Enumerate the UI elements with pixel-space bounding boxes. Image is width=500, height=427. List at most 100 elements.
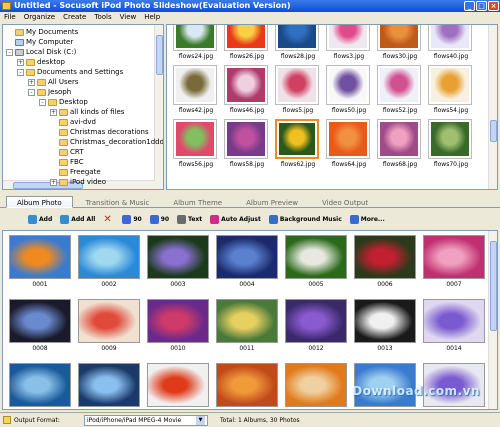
close-button[interactable]: × <box>488 1 499 11</box>
file-name: flows68.jpg <box>382 161 418 168</box>
watermark: Download.com.vn <box>352 384 480 398</box>
more-button[interactable]: More... <box>348 212 387 226</box>
album-photo[interactable] <box>147 363 209 409</box>
maximize-button[interactable]: □ <box>476 1 487 11</box>
expand-icon[interactable]: + <box>50 178 57 186</box>
tree-item[interactable]: - Jesoph <box>28 87 71 97</box>
tree-item[interactable]: Christmas_decoration1ddd <box>50 137 163 147</box>
album-photo[interactable]: 0008 <box>9 299 71 352</box>
collapse-icon[interactable]: - <box>6 48 13 56</box>
menu-item-tools[interactable]: Tools <box>94 12 111 23</box>
tree-item[interactable]: - Documents and Settings <box>17 67 123 77</box>
collapse-icon[interactable]: - <box>17 68 24 76</box>
rotate-left-button[interactable]: 90 <box>120 212 143 226</box>
album-photo[interactable]: 0013 <box>354 299 416 352</box>
album-photo[interactable]: 0006 <box>354 235 416 288</box>
file-thumbnail[interactable]: flows62.jpg <box>275 119 321 168</box>
album-photo[interactable] <box>285 363 347 409</box>
output-format-select[interactable]: iPod/iPhone/iPad MPEG-4 Movie ▼ <box>84 414 208 426</box>
album-photo[interactable]: 0002 <box>78 235 140 288</box>
tree-item[interactable]: + all kinds of files <box>50 107 124 117</box>
music-button[interactable]: Background Music <box>267 212 344 226</box>
file-browser[interactable]: flows24.jpg flows26.jpg flows28.jpg flows3.… <box>166 24 498 190</box>
album-photo[interactable]: 0009 <box>78 299 140 352</box>
file-thumbnail[interactable]: flows52.jpg <box>377 65 423 114</box>
album-photo[interactable]: 0007 <box>423 235 485 288</box>
tab-album-theme[interactable]: Album Theme <box>162 196 233 208</box>
file-name: flows62.jpg <box>280 161 316 168</box>
auto-adjust-button[interactable]: Auto Adjust <box>208 212 263 226</box>
tab-album-photo[interactable]: Album Photo <box>6 196 73 208</box>
album-photo[interactable]: 0003 <box>147 235 209 288</box>
collapse-icon[interactable]: - <box>39 98 46 106</box>
album-photo[interactable]: 0014 <box>423 299 485 352</box>
album-photo[interactable]: 0001 <box>9 235 71 288</box>
file-thumbnail[interactable]: flows64.jpg <box>326 119 372 168</box>
file-thumbnail[interactable]: flows5.jpg <box>275 65 321 114</box>
tree-item[interactable]: FBC <box>50 157 84 167</box>
collapse-icon[interactable]: - <box>28 88 35 96</box>
file-thumbnail[interactable]: flows70.jpg <box>428 119 474 168</box>
file-thumbnail[interactable]: flows54.jpg <box>428 65 474 114</box>
folder-tree[interactable]: My Documents My Computer - Local Disk (C:) +… <box>2 24 164 190</box>
file-thumbnail[interactable]: flows30.jpg <box>377 25 423 60</box>
album-photo[interactable] <box>216 363 278 409</box>
expand-icon[interactable]: + <box>17 58 24 66</box>
album-photo[interactable] <box>78 363 140 409</box>
tree-item[interactable]: - Desktop <box>39 97 88 107</box>
file-thumbnail[interactable]: flows46.jpg <box>224 65 270 114</box>
album-photo[interactable]: 0011 <box>216 299 278 352</box>
add-button[interactable]: Add <box>26 212 54 226</box>
file-thumbnail[interactable]: flows50.jpg <box>326 65 372 114</box>
delete-button[interactable]: ✕ <box>101 212 116 226</box>
file-thumbnail[interactable]: flows40.jpg <box>428 25 474 60</box>
menu-item-view[interactable]: View <box>120 12 137 23</box>
tree-item-label: Desktop <box>59 98 88 106</box>
photo-thumbnail-image <box>286 364 346 406</box>
album-vertical-scrollbar[interactable] <box>488 231 497 409</box>
tab-video-output[interactable]: Video Output <box>311 196 379 208</box>
photo-thumbnail-image <box>431 122 469 156</box>
album-photo[interactable]: 0012 <box>285 299 347 352</box>
file-thumbnail[interactable]: flows58.jpg <box>224 119 270 168</box>
file-thumbnail[interactable]: flows56.jpg <box>173 119 219 168</box>
tree-item[interactable]: Christmas decorations <box>50 127 149 137</box>
menu-item-organize[interactable]: Organize <box>24 12 55 23</box>
tree-vertical-scrollbar[interactable] <box>154 25 163 189</box>
tree-item[interactable]: + iPod video <box>50 177 106 187</box>
menu-item-create[interactable]: Create <box>63 12 86 23</box>
tree-item[interactable]: My Computer <box>6 37 73 47</box>
menu-item-file[interactable]: File <box>4 12 16 23</box>
album-photo[interactable]: 0010 <box>147 299 209 352</box>
tree-item[interactable]: My Documents <box>6 27 78 37</box>
album-photo[interactable] <box>9 363 71 409</box>
tree-item[interactable]: - Local Disk (C:) <box>6 47 76 57</box>
tree-item[interactable]: + desktop <box>17 57 65 67</box>
browser-vertical-scrollbar[interactable] <box>488 25 497 189</box>
tree-item[interactable]: avi-dvd <box>50 117 96 127</box>
photo-number: 0001 <box>32 281 48 288</box>
expand-icon[interactable]: + <box>50 108 57 116</box>
tab-album-preview[interactable]: Album Preview <box>235 196 309 208</box>
file-thumbnail[interactable]: flows42.jpg <box>173 65 219 114</box>
file-thumbnail[interactable]: flows3.jpg <box>326 25 372 60</box>
minimize-button[interactable]: _ <box>464 1 475 11</box>
expand-icon[interactable]: + <box>28 78 35 86</box>
tree-item[interactable]: CRT <box>50 147 84 157</box>
album-photo-grid[interactable]: 0001 0002 0003 0004 0005 0006 0007 0008 0009 0010… <box>2 230 498 410</box>
album-photo[interactable]: 0004 <box>216 235 278 288</box>
tree-item[interactable]: Freegate <box>50 167 101 177</box>
tree-item[interactable]: + All Users <box>28 77 79 87</box>
text-button[interactable]: Text <box>175 212 204 226</box>
file-thumbnail[interactable]: flows28.jpg <box>275 25 321 60</box>
album-photo[interactable]: 0005 <box>285 235 347 288</box>
rotate-right-button[interactable]: 90 <box>148 212 171 226</box>
photo-thumbnail-image <box>10 300 70 342</box>
chevron-down-icon[interactable]: ▼ <box>196 415 205 425</box>
file-thumbnail[interactable]: flows24.jpg <box>173 25 219 60</box>
tab-transition-music[interactable]: Transition & Music <box>75 196 161 208</box>
menu-item-help[interactable]: Help <box>144 12 160 23</box>
file-thumbnail[interactable]: flows68.jpg <box>377 119 423 168</box>
add-all-button[interactable]: Add All <box>58 212 97 226</box>
file-thumbnail[interactable]: flows26.jpg <box>224 25 270 60</box>
